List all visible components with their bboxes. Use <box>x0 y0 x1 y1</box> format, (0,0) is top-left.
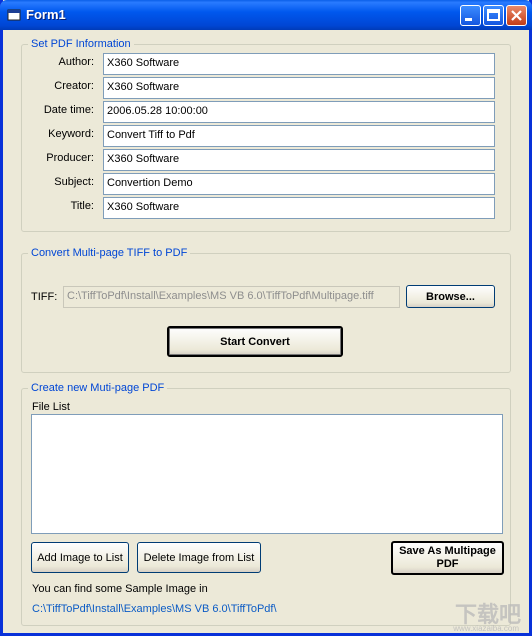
keyword-label: Keyword: <box>48 128 94 140</box>
sample-path-text: C:\TiffToPdf\Install\Examples\MS VB 6.0\… <box>32 603 277 615</box>
maximize-icon <box>487 9 500 21</box>
title-field[interactable]: X360 Software <box>103 197 495 219</box>
author-label: Author: <box>58 56 94 68</box>
close-button[interactable] <box>506 5 527 26</box>
window-title: Form1 <box>26 7 66 22</box>
browse-button[interactable]: Browse... <box>406 285 495 308</box>
title-label: Title: <box>70 200 94 212</box>
creator-field[interactable]: X360 Software <box>103 77 495 99</box>
title-bar[interactable]: Form1 <box>0 0 532 30</box>
maximize-button[interactable] <box>483 5 504 26</box>
delete-image-button[interactable]: Delete Image from List <box>137 542 261 573</box>
tiff-path-field[interactable]: C:\TiffToPdf\Install\Examples\MS VB 6.0\… <box>63 286 400 308</box>
tiff-label: TIFF: <box>31 291 58 303</box>
producer-label: Producer: <box>46 152 94 164</box>
minimize-button[interactable] <box>460 5 481 26</box>
producer-field[interactable]: X360 Software <box>103 149 495 171</box>
file-list-label: File List <box>32 401 70 413</box>
author-field[interactable]: X360 Software <box>103 53 495 75</box>
watermark-url: www.xiazaiba.com <box>453 624 519 633</box>
convert-tiff-legend: Convert Multi-page TIFF to PDF <box>28 247 191 259</box>
form-window: Form1 Set PDF Information Author: X360 S… <box>0 0 532 636</box>
save-multipage-pdf-button[interactable]: Save As Multipage PDF <box>391 541 504 575</box>
add-image-button[interactable]: Add Image to List <box>31 542 129 573</box>
app-icon <box>7 9 21 21</box>
file-list-box[interactable] <box>31 414 503 534</box>
create-pdf-legend: Create new Muti-page PDF <box>28 382 168 394</box>
creator-label: Creator: <box>54 80 94 92</box>
minimize-icon <box>465 18 472 21</box>
set-pdf-info-legend: Set PDF Information <box>28 38 134 50</box>
keyword-field[interactable]: Convert Tiff to Pdf <box>103 125 495 147</box>
date-time-field[interactable]: 2006.05.28 10:00:00 <box>103 101 495 123</box>
subject-label: Subject: <box>54 176 94 188</box>
sample-hint-text: You can find some Sample Image in <box>32 583 208 595</box>
subject-field[interactable]: Convertion Demo <box>103 173 495 195</box>
date-time-label: Date time: <box>43 104 94 116</box>
close-icon <box>511 10 522 21</box>
start-convert-button[interactable]: Start Convert <box>167 326 343 357</box>
